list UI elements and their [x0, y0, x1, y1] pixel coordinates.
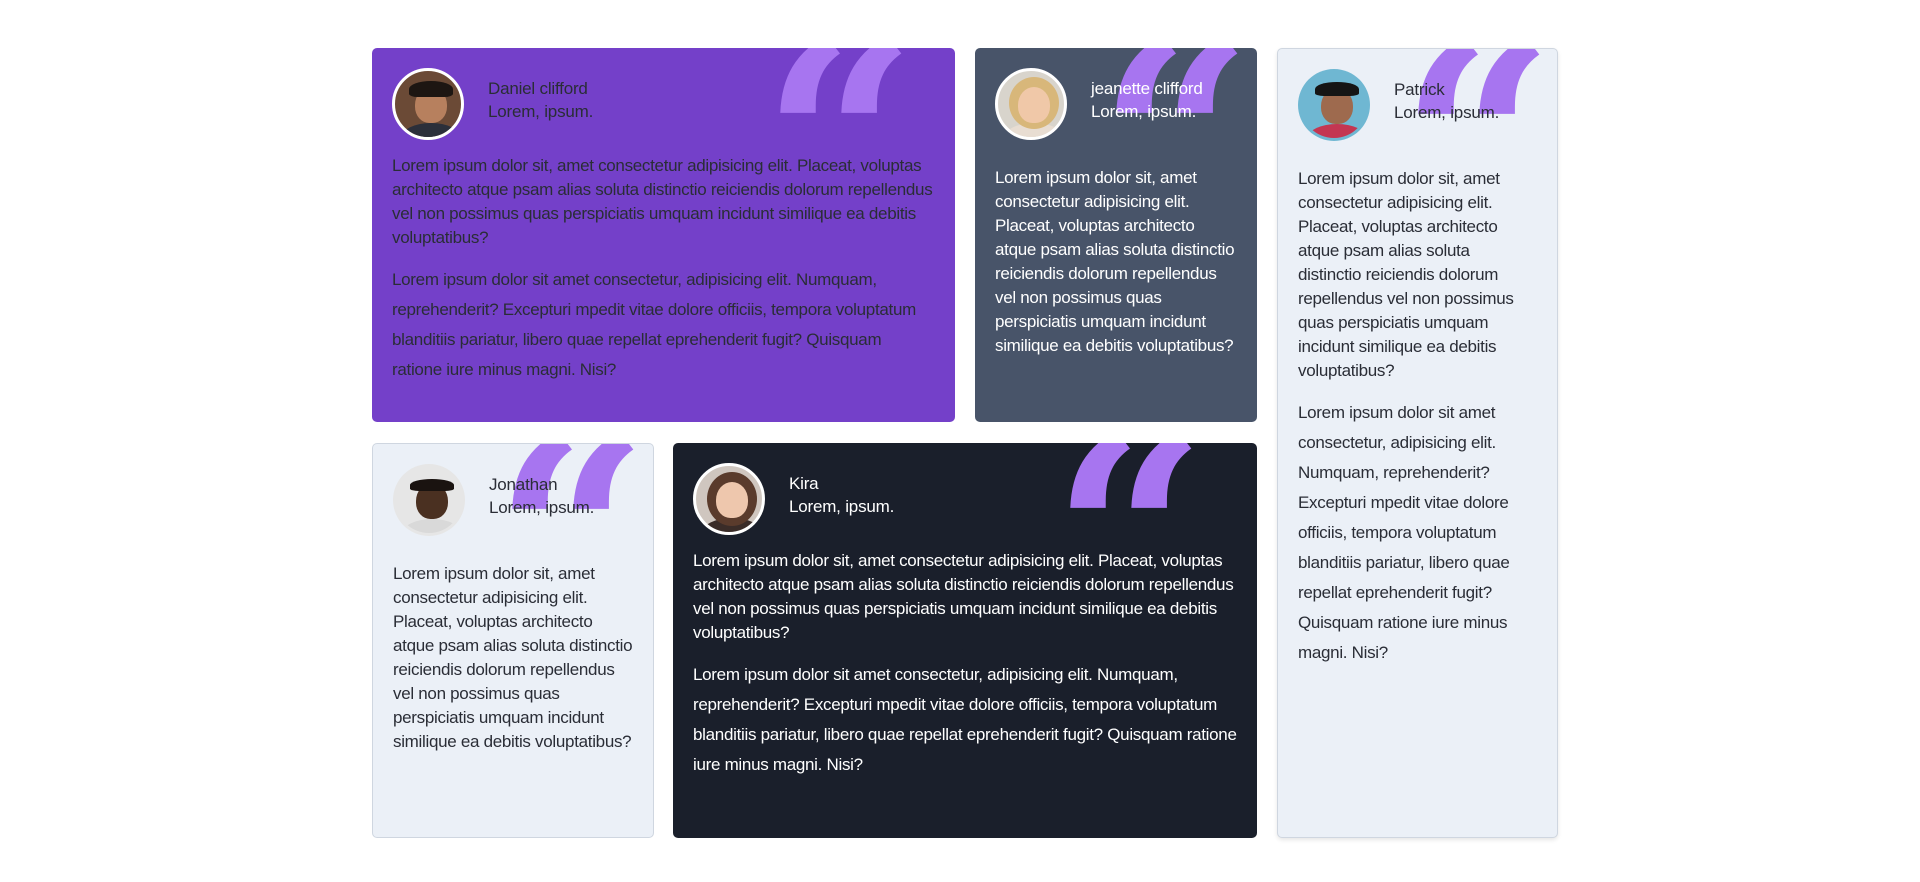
testimonial-header: jeanette clifford Lorem, ipsum. — [995, 68, 1237, 146]
avatar — [693, 463, 765, 535]
testimonial-quote: Lorem ipsum dolor sit, amet consectetur … — [693, 551, 1234, 642]
testimonial-body: Lorem ipsum dolor sit, amet consectetur … — [1298, 167, 1537, 668]
testimonial-header: Patrick Lorem, ipsum. — [1298, 69, 1537, 147]
testimonial-card-patrick: “ Patrick Lorem, ipsum. Lorem ipsum dolo… — [1277, 48, 1558, 838]
avatar — [393, 464, 465, 536]
author-role: Lorem, ipsum. — [488, 102, 594, 121]
author-role: Lorem, ipsum. — [1394, 103, 1500, 122]
testimonial-card-kira: “ Kira Lorem, ipsum. Lorem ipsum dolor s… — [673, 443, 1257, 838]
testimonial-body: Lorem ipsum dolor sit, amet consectetur … — [393, 562, 633, 754]
testimonial-card-jonathan: “ Jonathan Lorem, ipsum. Lorem ipsum dol… — [372, 443, 654, 838]
testimonial-quote: Lorem ipsum dolor sit, amet consectetur … — [995, 168, 1235, 355]
testimonials-grid: “ Daniel clifford Lorem, ipsum. Lorem ip… — [372, 48, 1558, 838]
testimonial-quote: Lorem ipsum dolor sit, amet consectetur … — [393, 564, 633, 751]
testimonial-body: Lorem ipsum dolor sit, amet consectetur … — [995, 166, 1237, 358]
testimonial-header: Jonathan Lorem, ipsum. — [393, 464, 633, 542]
author-role: Lorem, ipsum. — [1091, 102, 1197, 121]
testimonial-body: Lorem ipsum dolor sit, amet consectetur … — [693, 549, 1237, 780]
avatar — [995, 68, 1067, 140]
testimonial-quote: Lorem ipsum dolor sit, amet consectetur … — [1298, 169, 1514, 380]
testimonial-text: Lorem ipsum dolor sit amet consectetur, … — [392, 270, 916, 379]
testimonial-header: Daniel clifford Lorem, ipsum. — [392, 68, 935, 146]
author-name: Jonathan — [489, 475, 558, 494]
author-name: jeanette clifford — [1091, 79, 1203, 98]
author-name: Daniel clifford — [488, 79, 588, 98]
testimonial-card-daniel: “ Daniel clifford Lorem, ipsum. Lorem ip… — [372, 48, 955, 422]
avatar — [1298, 69, 1370, 141]
author-role: Lorem, ipsum. — [489, 498, 595, 517]
author-name: Kira — [789, 474, 819, 493]
testimonial-quote: Lorem ipsum dolor sit, amet consectetur … — [392, 156, 933, 247]
testimonial-header: Kira Lorem, ipsum. — [693, 463, 1237, 541]
testimonial-text: Lorem ipsum dolor sit amet consectetur, … — [1298, 403, 1510, 662]
avatar — [392, 68, 464, 140]
testimonial-text: Lorem ipsum dolor sit amet consectetur, … — [693, 665, 1237, 774]
author-role: Lorem, ipsum. — [789, 497, 895, 516]
author-name: Patrick — [1394, 80, 1445, 99]
testimonial-body: Lorem ipsum dolor sit, amet consectetur … — [392, 154, 935, 385]
testimonial-card-jeanette: “ jeanette clifford Lorem, ipsum. Lorem … — [975, 48, 1257, 422]
